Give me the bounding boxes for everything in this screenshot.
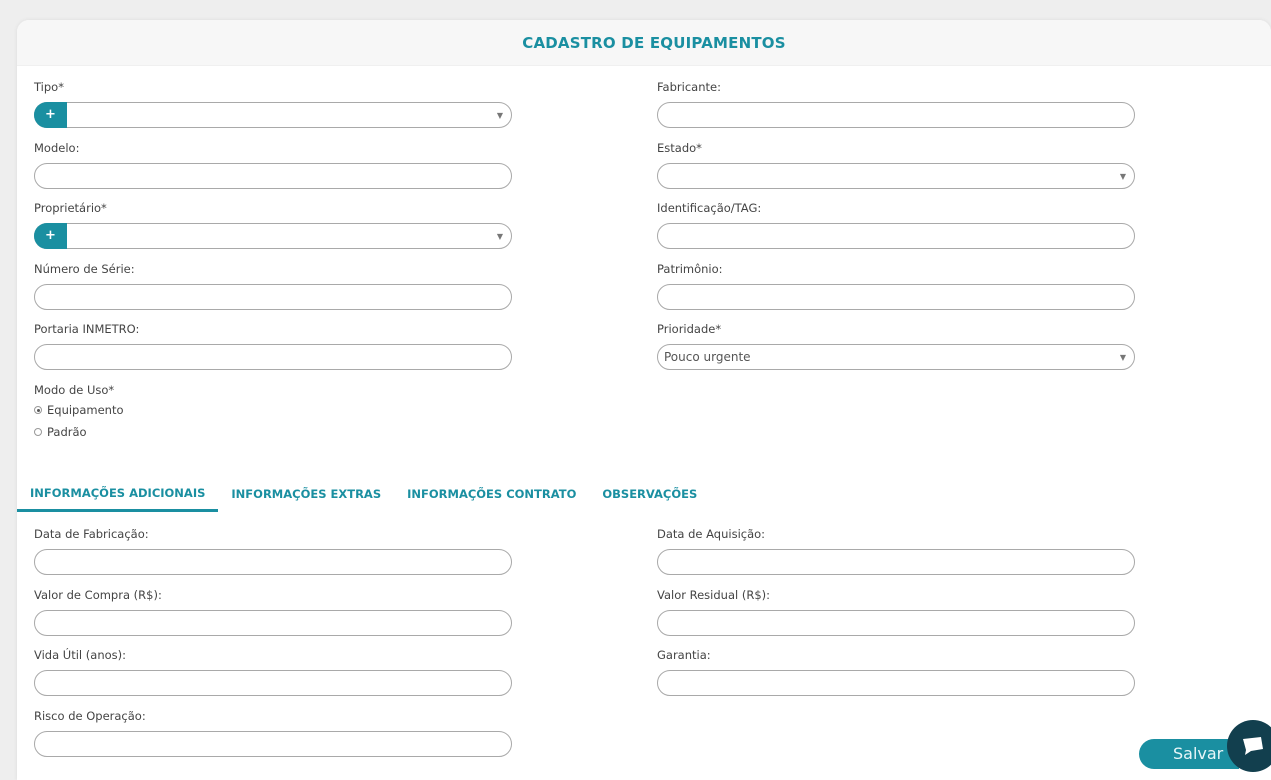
field-data-aquisicao: Data de Aquisição: [657, 525, 1137, 575]
field-prioridade: Prioridade* Pouco urgente ▼ [657, 320, 1137, 370]
plus-icon: + [45, 228, 56, 243]
identificacao-input[interactable] [657, 223, 1135, 249]
tipo-select[interactable]: + ▼ [34, 102, 512, 128]
data-aquisicao-input[interactable] [657, 549, 1135, 575]
field-label: Identificação/TAG: [657, 201, 762, 215]
field-numero-serie: Número de Série: [34, 260, 514, 310]
estado-select[interactable]: ▼ [657, 163, 1135, 189]
radio-checked-icon[interactable] [34, 406, 42, 414]
field-label: Valor de Compra (R$): [34, 588, 162, 602]
field-valor-compra: Valor de Compra (R$): [34, 586, 514, 636]
field-label: Data de Aquisição: [657, 527, 766, 541]
field-label: Fabricante: [657, 80, 721, 94]
field-label: Prioridade* [657, 322, 722, 336]
radio-label: Equipamento [47, 403, 124, 417]
save-button[interactable]: Salvar [1139, 739, 1239, 769]
field-portaria: Portaria INMETRO: [34, 320, 514, 370]
tab-informacoes-adicionais[interactable]: INFORMAÇÕES ADICIONAIS [17, 476, 219, 512]
tab-informacoes-contrato[interactable]: INFORMAÇÕES CONTRATO [394, 476, 589, 512]
field-label: Portaria INMETRO: [34, 322, 140, 336]
radio-label: Padrão [47, 425, 87, 439]
field-identificacao: Identificação/TAG: [657, 199, 1137, 249]
tab-observacoes[interactable]: OBSERVAÇÕES [589, 476, 710, 512]
valor-residual-input[interactable] [657, 610, 1135, 636]
field-tipo: Tipo* + ▼ [34, 78, 514, 128]
field-label: Garantia: [657, 648, 711, 662]
field-label: Tipo* [34, 80, 64, 94]
prioridade-select[interactable]: Pouco urgente ▼ [657, 344, 1135, 370]
field-label: Modo de Uso* [34, 383, 115, 397]
field-data-fabricacao: Data de Fabricação: [34, 525, 514, 575]
field-label: Modelo: [34, 141, 80, 155]
valor-compra-input[interactable] [34, 610, 512, 636]
tab-informacoes-extras[interactable]: INFORMAÇÕES EXTRAS [218, 476, 394, 512]
field-label: Número de Série: [34, 262, 135, 276]
risco-operacao-input[interactable] [34, 731, 512, 757]
field-label: Vida Útil (anos): [34, 648, 126, 662]
field-label: Risco de Operação: [34, 709, 146, 723]
modelo-input[interactable] [34, 163, 512, 189]
field-garantia: Garantia: [657, 646, 1137, 696]
radio-unchecked-icon[interactable] [34, 428, 42, 436]
field-label: Proprietário* [34, 201, 107, 215]
form-header: CADASTRO DE EQUIPAMENTOS [17, 20, 1271, 66]
chevron-down-icon: ▼ [1119, 353, 1126, 362]
chat-bubble-icon [1243, 737, 1263, 755]
field-valor-residual: Valor Residual (R$): [657, 586, 1137, 636]
fabricante-input[interactable] [657, 102, 1135, 128]
prioridade-value: Pouco urgente [664, 350, 751, 364]
radio-padrao[interactable]: Padrão [34, 421, 514, 443]
field-risco-operacao: Risco de Operação: [34, 707, 514, 757]
chevron-down-icon: ▼ [1119, 172, 1126, 181]
vida-util-input[interactable] [34, 670, 512, 696]
page-title: CADASTRO DE EQUIPAMENTOS [522, 33, 786, 52]
field-vida-util: Vida Útil (anos): [34, 646, 514, 696]
portaria-input[interactable] [34, 344, 512, 370]
info-tabs: INFORMAÇÕES ADICIONAIS INFORMAÇÕES EXTRA… [17, 476, 710, 512]
field-modelo: Modelo: [34, 139, 514, 189]
proprietario-select[interactable]: + ▼ [34, 223, 512, 249]
plus-icon: + [45, 107, 56, 122]
field-label: Estado* [657, 141, 702, 155]
field-proprietario: Proprietário* + ▼ [34, 199, 514, 249]
field-estado: Estado* ▼ [657, 139, 1137, 189]
field-label: Valor Residual (R$): [657, 588, 771, 602]
chevron-down-icon: ▼ [496, 232, 503, 241]
field-label: Data de Fabricação: [34, 527, 149, 541]
field-fabricante: Fabricante: [657, 78, 1137, 128]
data-fabricacao-input[interactable] [34, 549, 512, 575]
add-proprietario-button[interactable]: + [34, 223, 67, 249]
field-label: Patrimônio: [657, 262, 723, 276]
modo-uso-group: Modo de Uso* Equipamento Padrão [34, 381, 514, 443]
field-patrimonio: Patrimônio: [657, 260, 1137, 310]
add-tipo-button[interactable]: + [34, 102, 67, 128]
chat-button[interactable] [1227, 720, 1271, 772]
garantia-input[interactable] [657, 670, 1135, 696]
chevron-down-icon: ▼ [496, 111, 503, 120]
radio-equipamento[interactable]: Equipamento [34, 399, 514, 421]
numero-serie-input[interactable] [34, 284, 512, 310]
equipment-form-card: CADASTRO DE EQUIPAMENTOS Tipo* + ▼ Model… [17, 20, 1271, 780]
patrimonio-input[interactable] [657, 284, 1135, 310]
